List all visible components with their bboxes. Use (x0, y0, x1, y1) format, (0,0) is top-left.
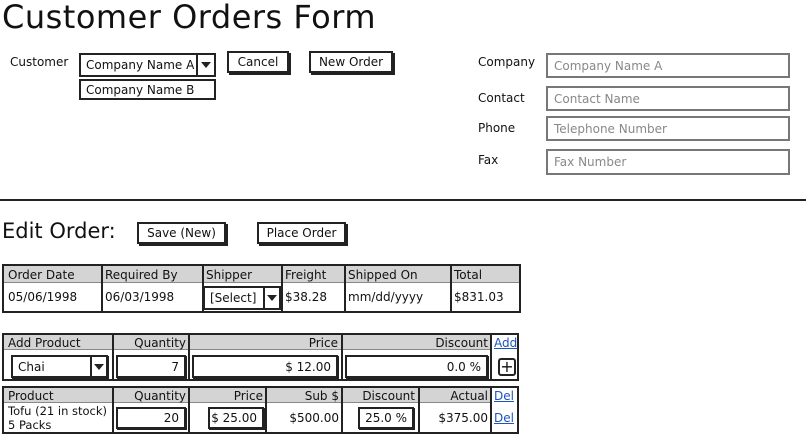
freight-value: $38.28 (285, 290, 327, 304)
contact-label: Contact (478, 91, 525, 105)
header-total: Total (454, 267, 483, 282)
new-order-button[interactable]: New Order (309, 51, 393, 73)
order-info-grid: Order Date Required By Shipper Freight S… (2, 264, 521, 313)
add-product-grid: Add Product Quantity Price Discount Add … (2, 333, 519, 381)
line-item-price-input[interactable]: $ 25.00 (208, 407, 264, 429)
line-item-product: Tofu (21 in stock) (8, 404, 108, 418)
shipper-select-value: [Select] (210, 291, 257, 305)
line-items-grid: Product Quantity Price Sub $ Discount Ac… (2, 386, 519, 434)
header-sub: Sub $ (304, 388, 339, 403)
company-field[interactable]: Company Name A (546, 53, 790, 78)
del-header-link[interactable]: Del (494, 388, 514, 403)
customer-label: Customer (10, 55, 69, 69)
header-quantity: Quantity (134, 335, 186, 350)
customer-option[interactable]: Company Name B (79, 79, 216, 100)
plus-box-icon[interactable]: + (498, 358, 516, 376)
line-item-pack: 5 Packs (8, 418, 52, 432)
phone-label: Phone (478, 121, 516, 135)
customer-select-value: Company Name A (86, 58, 195, 72)
company-label: Company (478, 55, 536, 69)
header-required-by: Required By (105, 267, 178, 282)
order-date-value[interactable]: 05/06/1998 (8, 288, 77, 306)
line-item-actual: $375.00 (438, 411, 488, 425)
phone-field[interactable]: Telephone Number (546, 116, 790, 141)
add-product-select[interactable]: Chai (11, 355, 108, 378)
header-add-product: Add Product (8, 335, 81, 350)
add-discount-input[interactable]: 0.0 % (345, 355, 488, 378)
line-item-sub: $500.00 (289, 411, 339, 425)
grid-header (4, 266, 519, 283)
save-new-button[interactable]: Save (New) (137, 222, 226, 244)
header-discount: Discount (435, 335, 488, 350)
place-order-button[interactable]: Place Order (257, 222, 346, 244)
customer-select[interactable]: Company Name A (79, 53, 216, 77)
chevron-down-icon[interactable] (263, 288, 279, 308)
header-discount: Discount (362, 388, 415, 403)
header-freight: Freight (285, 267, 327, 282)
cancel-button[interactable]: Cancel (227, 51, 289, 73)
chevron-down-icon[interactable] (196, 55, 214, 75)
shipped-on-value[interactable]: mm/dd/yyyy (348, 288, 423, 306)
add-product-select-value: Chai (18, 359, 45, 374)
shipper-select[interactable]: [Select] (203, 286, 281, 310)
header-quantity: Quantity (134, 388, 186, 403)
chevron-down-icon[interactable] (90, 357, 106, 376)
header-shipper: Shipper (206, 267, 253, 282)
add-quantity-input[interactable]: 7 (116, 355, 186, 378)
fax-field[interactable]: Fax Number (546, 149, 790, 175)
page-title: Customer Orders Form (2, 0, 376, 36)
required-by-value[interactable]: 06/03/1998 (105, 288, 174, 306)
add-price-input[interactable]: $ 12.00 (192, 355, 338, 378)
contact-field[interactable]: Contact Name (546, 86, 790, 111)
header-actual: Actual (450, 388, 488, 403)
line-item-quantity-input[interactable]: 20 (116, 407, 186, 429)
line-item-discount-input[interactable]: 25.0 % (358, 407, 414, 429)
line-item-del-link[interactable]: Del (494, 409, 514, 427)
fax-label: Fax (478, 153, 499, 167)
header-price: Price (233, 388, 263, 403)
total-value: $831.03 (454, 290, 504, 304)
header-price: Price (308, 335, 338, 350)
edit-order-title: Edit Order: (2, 219, 116, 243)
header-product: Product (8, 388, 54, 403)
header-shipped-on: Shipped On (348, 267, 418, 282)
header-order-date: Order Date (8, 267, 75, 282)
divider (0, 199, 806, 201)
add-link[interactable]: Add (494, 335, 517, 350)
